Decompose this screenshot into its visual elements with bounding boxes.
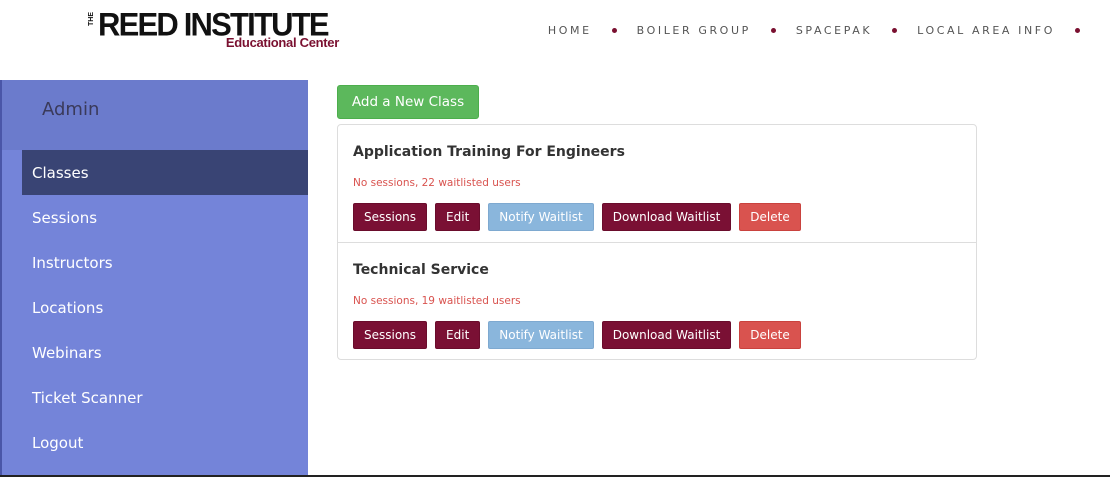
sessions-button[interactable]: Sessions — [353, 203, 428, 231]
delete-button[interactable]: Delete — [739, 203, 801, 231]
nav-separator-dot — [611, 28, 617, 33]
class-list-item: Application Training For Engineers No se… — [338, 125, 976, 243]
class-status: No sessions, 19 waitlisted users — [353, 295, 521, 307]
download-waitlist-button[interactable]: Download Waitlist — [601, 321, 732, 349]
nav-local-area-info-link[interactable]: LOCAL AREA INFO — [917, 24, 1055, 37]
notify-waitlist-button[interactable]: Notify Waitlist — [488, 203, 594, 231]
sidebar-title: Admin — [42, 99, 100, 120]
class-status: No sessions, 22 waitlisted users — [353, 177, 521, 189]
page: THE REED INSTITUTE Educational Center HO… — [0, 0, 1110, 477]
sidebar-item-webinars[interactable]: Webinars — [2, 330, 308, 375]
admin-sidebar: Admin Classes Sessions Instructors Locat… — [0, 80, 308, 477]
delete-button[interactable]: Delete — [739, 321, 801, 349]
add-new-class-button[interactable]: Add a New Class — [337, 85, 479, 119]
sidebar-header: Admin — [2, 80, 308, 150]
sidebar-item-ticket-scanner[interactable]: Ticket Scanner — [2, 375, 308, 420]
class-title: Technical Service — [353, 262, 489, 278]
logo-subtitle: Educational Center — [225, 35, 339, 50]
notify-waitlist-button[interactable]: Notify Waitlist — [488, 321, 594, 349]
nav-separator-dot — [892, 28, 898, 33]
nav-spacepak-link[interactable]: SPACEPAK — [796, 24, 872, 37]
sessions-button[interactable]: Sessions — [353, 321, 428, 349]
class-title: Application Training For Engineers — [353, 144, 625, 160]
class-actions: Sessions Edit Notify Waitlist Download W… — [353, 203, 801, 231]
sidebar-item-sessions[interactable]: Sessions — [2, 195, 308, 240]
class-list: Application Training For Engineers No se… — [337, 124, 977, 360]
sidebar-item-instructors[interactable]: Instructors — [2, 240, 308, 285]
sidebar-item-locations[interactable]: Locations — [2, 285, 308, 330]
edit-button[interactable]: Edit — [435, 321, 481, 349]
site-logo[interactable]: THE REED INSTITUTE Educational Center — [88, 6, 343, 53]
site-header: THE REED INSTITUTE Educational Center HO… — [0, 0, 1110, 62]
top-navigation: HOME BOILER GROUP SPACEPAK LOCAL AREA IN… — [548, 24, 1080, 37]
sidebar-item-logout[interactable]: Logout — [2, 420, 308, 465]
download-waitlist-button[interactable]: Download Waitlist — [601, 203, 732, 231]
nav-separator-dot — [770, 28, 776, 33]
nav-home-link[interactable]: HOME — [548, 24, 592, 37]
nav-separator-dot — [1075, 28, 1080, 33]
class-actions: Sessions Edit Notify Waitlist Download W… — [353, 321, 801, 349]
edit-button[interactable]: Edit — [435, 203, 481, 231]
logo-the-text: THE — [88, 12, 95, 26]
sidebar-item-classes[interactable]: Classes — [22, 150, 308, 195]
class-list-item: Technical Service No sessions, 19 waitli… — [338, 242, 976, 360]
nav-boiler-group-link[interactable]: BOILER GROUP — [637, 24, 751, 37]
